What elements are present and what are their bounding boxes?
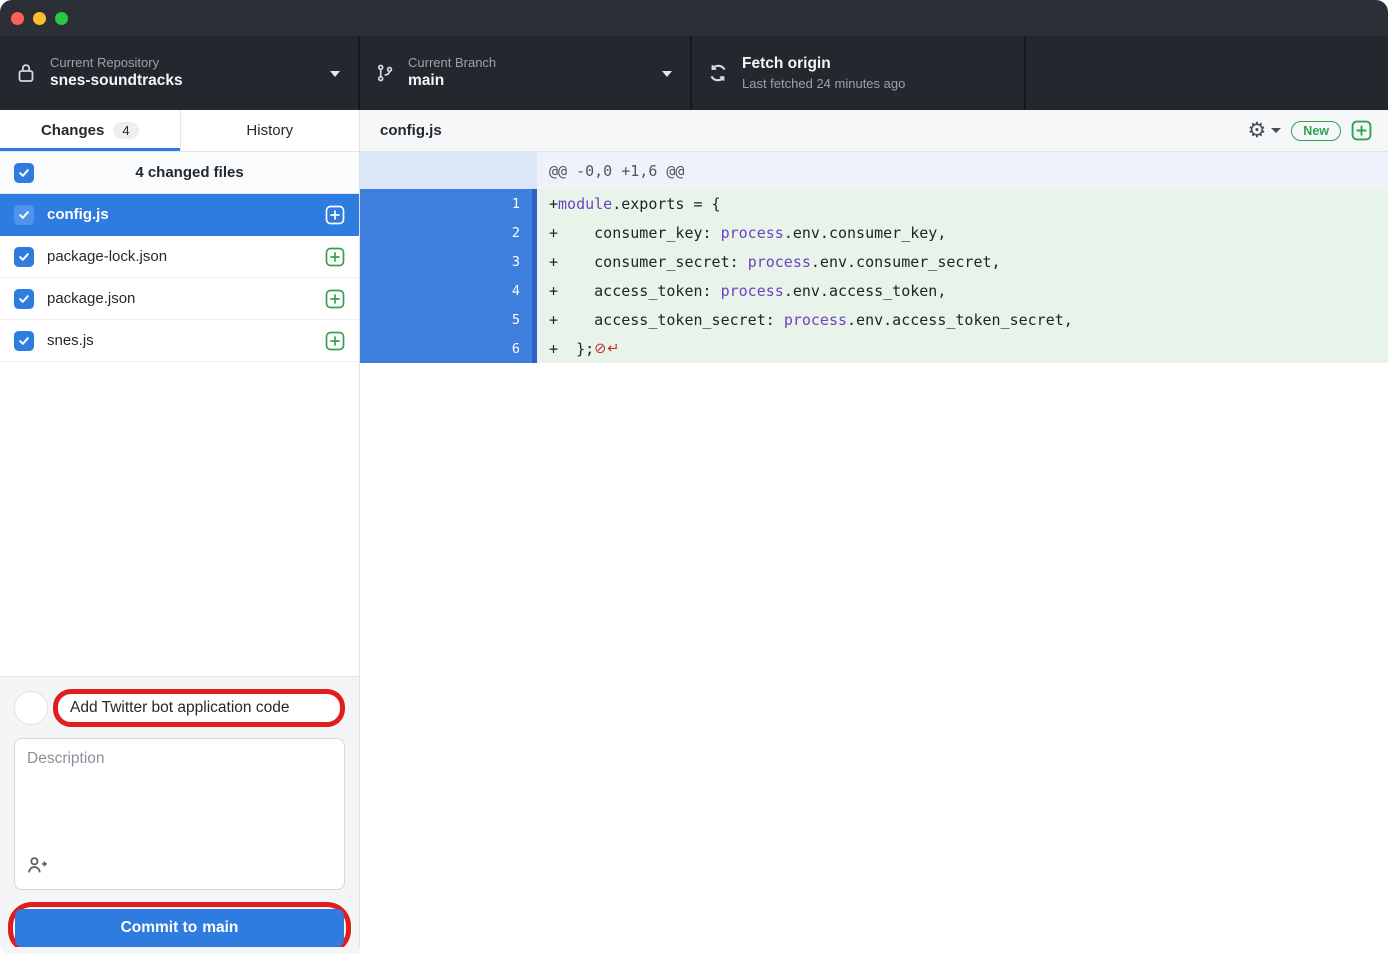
select-all-checkbox[interactable]: [14, 163, 34, 183]
commit-description-box: [14, 738, 345, 890]
file-list: config.js package-lock.json package.json sn…: [0, 194, 359, 362]
file-name: package-lock.json: [47, 248, 325, 265]
fetch-title: Fetch origin: [742, 54, 905, 75]
new-line-number: 3: [449, 247, 532, 276]
add-coauthor-icon[interactable]: [27, 856, 49, 879]
diff-added-line: 5+ access_token_secret: process.env.acce…: [360, 305, 1388, 334]
file-row[interactable]: package.json: [0, 278, 359, 320]
file-list-empty-space: [0, 362, 359, 676]
file-row[interactable]: snes.js: [0, 320, 359, 362]
new-file-badge: New: [1291, 121, 1341, 141]
branch-label: Current Branch: [408, 54, 496, 72]
commit-to-main-button[interactable]: Commit to main: [15, 909, 344, 947]
toolbar-spacer: [1026, 36, 1388, 110]
diff-content: @@ -0,0 +1,6 @@ 1+module.exports = {2+ c…: [360, 152, 1388, 954]
diff-code-text: + consumer_secret: process.env.consumer_…: [537, 247, 1388, 276]
old-line-number: [360, 218, 449, 247]
old-line-number: [360, 247, 449, 276]
file-added-status-icon: [325, 289, 345, 309]
file-added-status-icon: [325, 247, 345, 267]
repository-label: Current Repository: [50, 54, 183, 72]
lock-icon: [16, 62, 36, 84]
chevron-down-icon: [1271, 128, 1281, 133]
titlebar: [0, 0, 1388, 36]
tab-history-label: History: [246, 122, 293, 139]
diff-added-line: 4+ access_token: process.env.access_toke…: [360, 276, 1388, 305]
close-button[interactable]: [11, 12, 24, 25]
commit-description-input[interactable]: [27, 750, 332, 850]
file-name: snes.js: [47, 332, 325, 349]
window-bottom-edge: [0, 947, 360, 954]
file-added-status-icon: [325, 205, 345, 225]
file-checkbox[interactable]: [14, 247, 34, 267]
diff-added-line: 2+ consumer_key: process.env.consumer_ke…: [360, 218, 1388, 247]
repository-name: snes-soundtracks: [50, 71, 183, 92]
commit-button-branch: main: [202, 919, 238, 937]
commit-button-prefix: Commit to: [121, 919, 198, 937]
red-annotation-summary: Add Twitter bot application code: [53, 689, 345, 727]
new-line-number: 4: [449, 276, 532, 305]
traffic-lights: [11, 12, 68, 25]
file-checkbox[interactable]: [14, 331, 34, 351]
chevron-down-icon: [330, 71, 340, 77]
fetch-origin-button[interactable]: Fetch origin Last fetched 24 minutes ago: [692, 36, 1026, 110]
new-line-number: 5: [449, 305, 532, 334]
new-line-number: 1: [449, 189, 532, 218]
changes-count-badge: 4: [113, 122, 138, 139]
diff-code-text: +module.exports = {: [537, 189, 1388, 218]
file-row[interactable]: config.js: [0, 194, 359, 236]
diff-header: config.js ⚙ New: [360, 110, 1388, 152]
hunk-header-row: @@ -0,0 +1,6 @@: [360, 152, 1388, 189]
commit-summary-input[interactable]: Add Twitter bot application code: [70, 699, 328, 717]
file-name: config.js: [47, 206, 325, 223]
changed-files-header: 4 changed files: [0, 152, 359, 194]
old-line-number: [360, 305, 449, 334]
diff-code-text: + access_token: process.env.access_token…: [537, 276, 1388, 305]
file-checkbox[interactable]: [14, 205, 34, 225]
plus-square-icon[interactable]: [1351, 120, 1372, 141]
toolbar: Current Repository snes-soundtracks Curr…: [0, 36, 1388, 110]
tab-changes-label: Changes: [41, 122, 104, 139]
file-row[interactable]: package-lock.json: [0, 236, 359, 278]
chevron-down-icon: [662, 71, 672, 77]
fetch-subtitle: Last fetched 24 minutes ago: [742, 75, 905, 93]
old-line-number: [360, 189, 449, 218]
diff-added-line: 1+module.exports = {: [360, 189, 1388, 218]
file-name: package.json: [47, 290, 325, 307]
commit-form: Add Twitter bot application code: [0, 676, 359, 954]
diff-filename: config.js: [380, 122, 1247, 139]
sync-icon: [708, 63, 728, 83]
minimize-button[interactable]: [33, 12, 46, 25]
diff-code-text: + access_token_secret: process.env.acces…: [537, 305, 1388, 334]
diff-code-text: + };⊘↵: [537, 334, 1388, 363]
changed-files-count: 4 changed files: [34, 164, 345, 181]
current-branch-dropdown[interactable]: Current Branch main: [360, 36, 692, 110]
diff-lines: 1+module.exports = {2+ consumer_key: pro…: [360, 189, 1388, 363]
git-branch-icon: [376, 64, 394, 82]
file-checkbox[interactable]: [14, 289, 34, 309]
zoom-button[interactable]: [55, 12, 68, 25]
file-added-status-icon: [325, 331, 345, 351]
sidebar: Changes 4 History 4 changed files config…: [0, 110, 360, 954]
diff-code-text: + consumer_key: process.env.consumer_key…: [537, 218, 1388, 247]
old-line-number: [360, 276, 449, 305]
old-line-number: [360, 334, 449, 363]
tab-changes[interactable]: Changes 4: [0, 110, 180, 151]
github-desktop-window: Current Repository snes-soundtracks Curr…: [0, 0, 1388, 954]
diff-added-line: 3+ consumer_secret: process.env.consumer…: [360, 247, 1388, 276]
new-line-number: 6: [449, 334, 532, 363]
hunk-header-text: @@ -0,0 +1,6 @@: [537, 152, 1388, 189]
branch-name: main: [408, 71, 496, 92]
current-repository-dropdown[interactable]: Current Repository snes-soundtracks: [0, 36, 360, 110]
new-line-number: 2: [449, 218, 532, 247]
sidebar-tabs: Changes 4 History: [0, 110, 359, 152]
avatar: [14, 691, 48, 725]
gear-icon: ⚙: [1247, 120, 1266, 141]
tab-history[interactable]: History: [180, 110, 360, 151]
diff-added-line: 6+ };⊘↵: [360, 334, 1388, 363]
diff-options-button[interactable]: ⚙: [1247, 120, 1281, 141]
diff-pane: config.js ⚙ New: [360, 110, 1388, 954]
